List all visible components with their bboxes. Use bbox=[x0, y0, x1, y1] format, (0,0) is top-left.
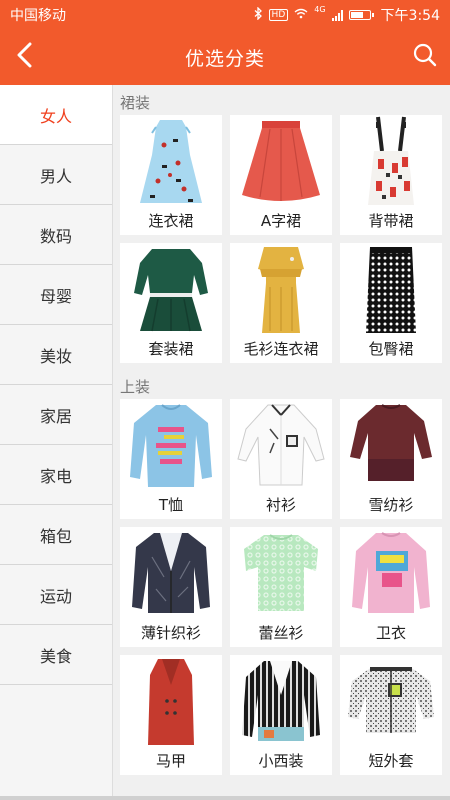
sidebar-item-baby[interactable]: 母婴 bbox=[0, 265, 112, 325]
short-jacket-icon bbox=[348, 667, 434, 733]
category-card[interactable]: 套装裙 bbox=[120, 243, 222, 363]
dress-icon bbox=[140, 120, 202, 203]
search-button[interactable] bbox=[408, 40, 442, 74]
lace-top-icon bbox=[244, 534, 318, 611]
signal-icon bbox=[331, 9, 343, 21]
shirt-icon bbox=[237, 404, 325, 486]
category-label: T恤 bbox=[158, 496, 184, 514]
category-card[interactable]: 包臀裙 bbox=[340, 243, 442, 363]
sweater-dress-icon bbox=[258, 247, 304, 333]
carrier-name: 中国移动 bbox=[10, 8, 66, 24]
section-title-tops: 上装 bbox=[120, 378, 151, 396]
suspender-skirt-icon bbox=[368, 116, 414, 205]
pencil-skirt-icon bbox=[366, 247, 416, 333]
sidebar-item-beauty[interactable]: 美妆 bbox=[0, 325, 112, 385]
back-arrow-icon bbox=[15, 42, 35, 72]
blazer-icon bbox=[242, 661, 320, 741]
category-label: 马甲 bbox=[155, 752, 186, 770]
sidebar-item-home[interactable]: 家居 bbox=[0, 385, 112, 445]
category-card[interactable]: 连衣裙 bbox=[120, 115, 222, 235]
category-card[interactable]: 马甲 bbox=[120, 655, 222, 775]
sidebar-item-sports[interactable]: 运动 bbox=[0, 565, 112, 625]
category-sidebar: 女人 男人 数码 母婴 美妆 家居 家电 箱包 运动 美食 bbox=[0, 85, 113, 800]
skirts-grid: 连衣裙 A字裙 背带裙 套装裙 毛衫连衣裙 包臀裙 bbox=[113, 115, 450, 363]
status-bar: 中国移动 HD 4G 下午3:54 bbox=[0, 0, 450, 30]
bluetooth-icon bbox=[254, 6, 263, 23]
chiffon-top-icon bbox=[350, 404, 432, 481]
category-label: 蕾丝衫 bbox=[258, 624, 304, 642]
category-content: 裙装 连衣裙 A字裙 背带裙 套装裙 毛衫连衣裙 包臀裙 上装 T恤 衬衫 雪纺… bbox=[113, 85, 450, 800]
category-label: 包臀裙 bbox=[368, 340, 414, 358]
sidebar-item-appliances[interactable]: 家电 bbox=[0, 445, 112, 505]
vest-icon bbox=[148, 659, 194, 745]
category-card[interactable]: 雪纺衫 bbox=[340, 399, 442, 519]
sidebar-item-women[interactable]: 女人 bbox=[0, 85, 112, 145]
category-label: 短外套 bbox=[368, 752, 414, 770]
network-type: 4G bbox=[314, 5, 326, 14]
clock: 下午3:54 bbox=[380, 8, 440, 24]
category-label: A字裙 bbox=[260, 212, 302, 230]
hoodie-icon bbox=[352, 532, 430, 613]
sidebar-item-digital[interactable]: 数码 bbox=[0, 205, 112, 265]
category-card[interactable]: 小西装 bbox=[230, 655, 332, 775]
skirt-suit-icon bbox=[134, 249, 208, 332]
category-card[interactable]: 毛衫连衣裙 bbox=[230, 243, 332, 363]
category-label: 小西装 bbox=[258, 752, 304, 770]
page-title: 优选分类 bbox=[184, 48, 265, 70]
a-line-skirt-icon bbox=[242, 121, 320, 201]
category-card[interactable]: 背带裙 bbox=[340, 115, 442, 235]
category-label: 卫衣 bbox=[375, 624, 406, 642]
back-button[interactable] bbox=[8, 40, 42, 74]
category-card[interactable]: A字裙 bbox=[230, 115, 332, 235]
category-card[interactable]: 衬衫 bbox=[230, 399, 332, 519]
battery-icon bbox=[348, 10, 374, 20]
header-bar: 优选分类 bbox=[0, 30, 450, 85]
hd-badge: HD bbox=[268, 9, 289, 21]
status-icons: HD 4G 下午3:54 bbox=[254, 5, 440, 25]
category-label: 背带裙 bbox=[368, 212, 414, 230]
category-card[interactable]: 卫衣 bbox=[340, 527, 442, 647]
sidebar-item-food[interactable]: 美食 bbox=[0, 625, 112, 685]
category-card[interactable]: T恤 bbox=[120, 399, 222, 519]
tops-grid: T恤 衬衫 雪纺衫 薄针织衫 蕾丝衫 卫衣 马甲 小西装 短外套 bbox=[113, 399, 450, 775]
category-label: 套装裙 bbox=[148, 340, 194, 358]
category-label: 薄针织衫 bbox=[140, 624, 201, 642]
sidebar-item-bags[interactable]: 箱包 bbox=[0, 505, 112, 565]
category-card[interactable]: 蕾丝衫 bbox=[230, 527, 332, 647]
category-label: 雪纺衫 bbox=[368, 496, 414, 514]
section-title-skirts: 裙装 bbox=[120, 94, 151, 112]
category-card[interactable]: 短外套 bbox=[340, 655, 442, 775]
bottom-divider bbox=[0, 796, 450, 800]
category-card[interactable]: 薄针织衫 bbox=[120, 527, 222, 647]
category-label: 衬衫 bbox=[265, 496, 296, 514]
search-icon bbox=[412, 42, 438, 72]
tshirt-icon bbox=[130, 404, 212, 487]
category-label: 连衣裙 bbox=[148, 212, 194, 230]
sidebar-item-men[interactable]: 男人 bbox=[0, 145, 112, 205]
wifi-icon bbox=[294, 8, 308, 22]
cardigan-icon bbox=[132, 533, 210, 613]
category-label: 毛衫连衣裙 bbox=[243, 340, 319, 358]
